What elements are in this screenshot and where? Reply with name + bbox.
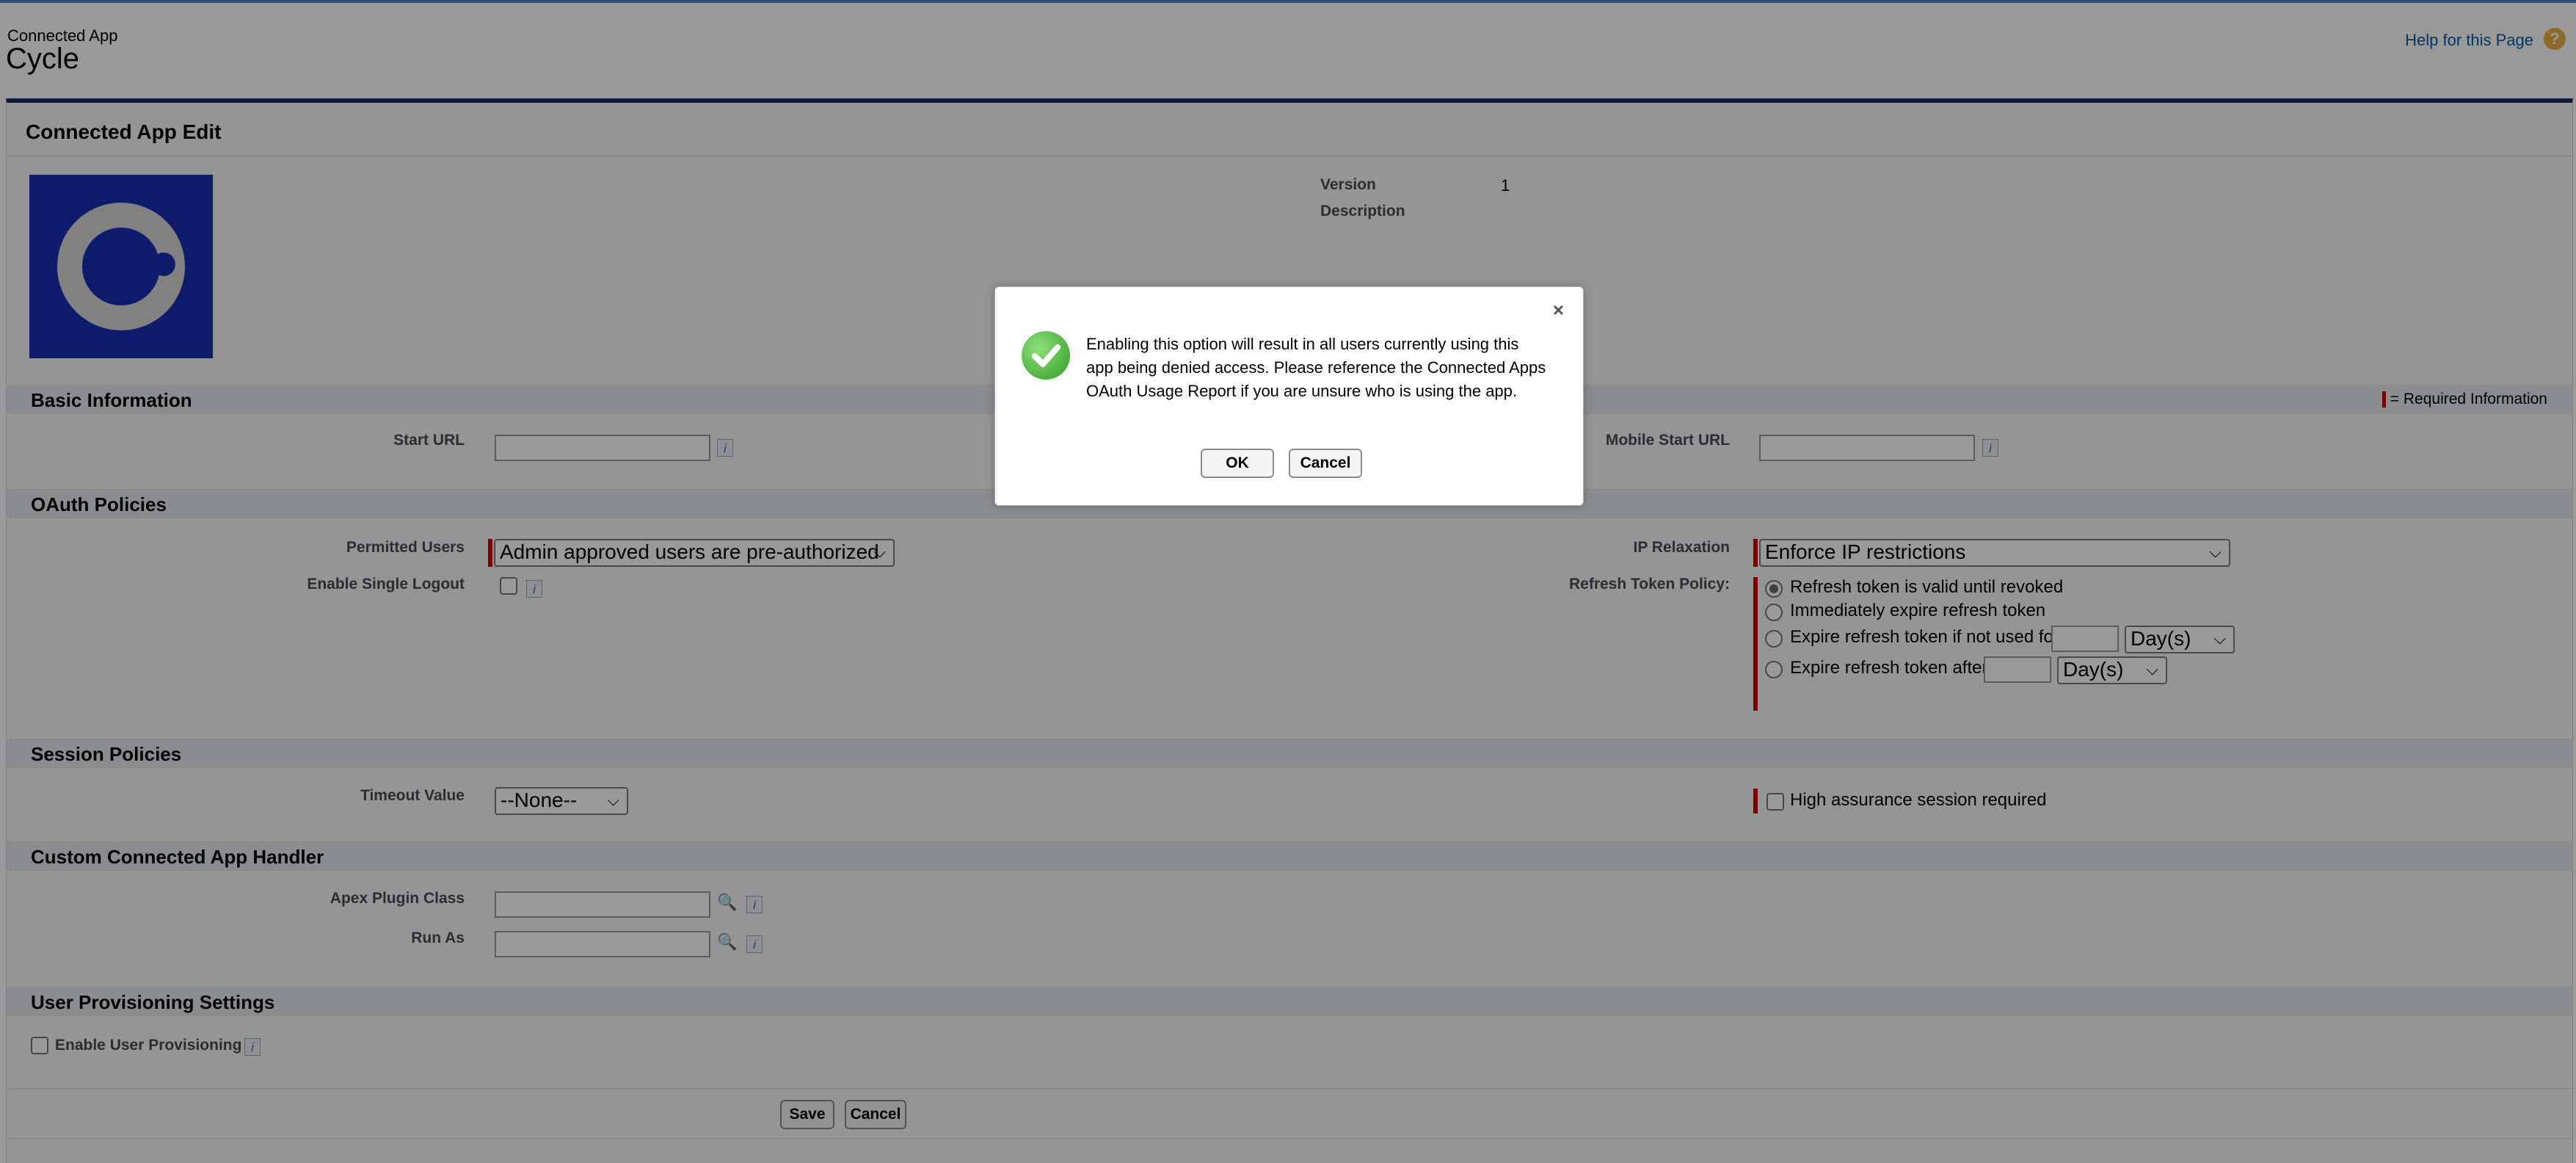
- check-mark-icon: [1032, 344, 1060, 367]
- ok-button[interactable]: OK: [1201, 449, 1274, 478]
- success-check-icon: [1022, 331, 1070, 380]
- dialog-message: Enabling this option will result in all …: [1086, 335, 1546, 400]
- page: Connected App Cycle Help for this Page ?…: [0, 0, 2576, 1163]
- dialog-cancel-button[interactable]: Cancel: [1289, 449, 1362, 478]
- close-icon[interactable]: ×: [1553, 299, 1564, 322]
- modal-overlay: [0, 0, 2576, 1163]
- confirmation-dialog: × Enabling this option will result in al…: [994, 286, 1584, 506]
